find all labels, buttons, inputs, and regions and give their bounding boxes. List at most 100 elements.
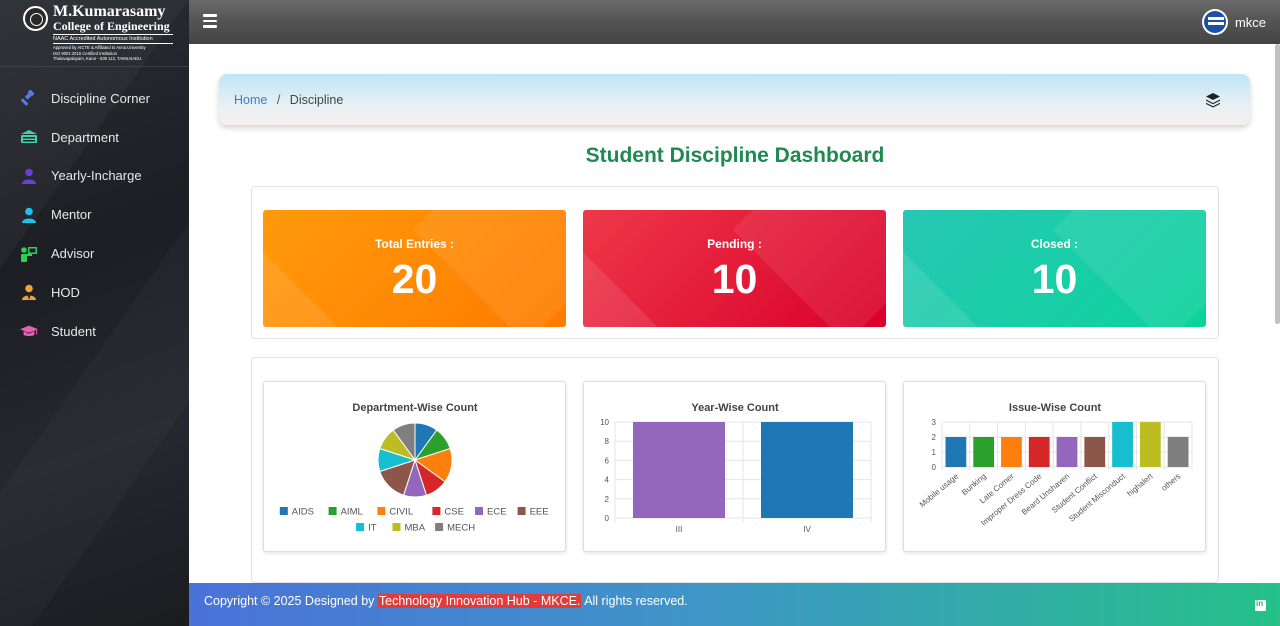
sidebar-item-hod[interactable]: HOD (0, 273, 189, 312)
gavel-icon (20, 89, 38, 107)
closed-label: Closed : (1030, 237, 1079, 251)
pending-value: 10 (711, 256, 758, 302)
footer: Copyright © 2025 Designed by Technology … (189, 583, 1280, 626)
legend-label: CSE (444, 507, 464, 518)
bar (1167, 437, 1189, 467)
legend-swatch (356, 523, 365, 531)
user-avatar (1201, 9, 1228, 35)
legend-swatch (328, 507, 337, 515)
legend-label: ECE (487, 507, 507, 518)
legend-swatch (377, 507, 386, 515)
sidebar-item-mentor[interactable]: Mentor (0, 195, 189, 234)
menu-toggle-icon[interactable] (203, 14, 217, 28)
legend-swatch (392, 523, 401, 531)
y-tick-label: 0 (605, 514, 610, 523)
y-tick-label: 6 (605, 456, 610, 465)
bar (1001, 437, 1022, 467)
breadcrumb: Home / Discipline (219, 74, 1250, 125)
breadcrumb-home-link[interactable]: Home (234, 93, 267, 107)
legend-label: MBA (405, 523, 426, 534)
college-seal-icon (23, 6, 48, 31)
closed-card[interactable]: Closed : 10 (903, 210, 1206, 327)
sidebar-item-label: Department (51, 129, 119, 145)
linkedin-icon[interactable] (1255, 599, 1266, 611)
bar (1028, 437, 1050, 467)
year-chart-card: Year-Wise Count 0 2 4 6 8 10 III IV (583, 381, 886, 552)
college-logo[interactable]: M.Kumarasamy College of Engineering NAAC… (0, 0, 189, 67)
chart-title: Issue-Wise Count (1009, 402, 1102, 414)
total-entries-card[interactable]: Total Entries : 20 (263, 210, 566, 327)
y-tick-label: 0 (932, 463, 937, 472)
sidebar-item-advisor[interactable]: Advisor (0, 234, 189, 273)
issue-chart-card: Issue-Wise Count 0 1 2 3 Mobile usage Bunking L… (903, 381, 1206, 552)
chart-title: Department-Wise Count (352, 402, 478, 414)
y-tick-label: 2 (605, 495, 610, 504)
legend-swatch (279, 507, 288, 515)
total-entries-label: Total Entries : (374, 237, 455, 251)
charts-panel: Department-Wise Count AIDS AIML CIVIL CSE ECE… (251, 357, 1219, 583)
y-tick-label: 3 (932, 418, 937, 427)
building-icon (20, 128, 38, 146)
legend-label: AIML (341, 507, 363, 518)
page-scrollbar[interactable] (1275, 44, 1280, 324)
stats-panel: Total Entries : 20 Pending : 10 Closed :… (251, 186, 1219, 339)
legend-label: EEE (530, 507, 549, 518)
chart-title: Year-Wise Count (691, 402, 779, 414)
user-name: mkce (1234, 14, 1266, 30)
y-tick-label: 2 (932, 433, 937, 442)
sidebar: M.Kumarasamy College of Engineering NAAC… (0, 0, 189, 626)
layers-icon[interactable] (1205, 92, 1221, 108)
y-tick-label: 4 (605, 476, 610, 485)
main-content: Home / Discipline Student Discipline Das… (189, 44, 1275, 583)
sidebar-item-label: Student (51, 323, 96, 339)
legend-swatch (475, 507, 483, 515)
user-icon (20, 206, 38, 224)
bar (1056, 437, 1078, 467)
sidebar-item-label: Advisor (51, 246, 95, 262)
legend-swatch (432, 507, 441, 515)
sidebar-item-label: Mentor (51, 207, 92, 223)
legend-label: IT (368, 523, 377, 534)
x-tick-label: others (1160, 472, 1183, 493)
x-tick-label: Beard Unshaven (1020, 472, 1071, 517)
bar (1112, 422, 1133, 467)
user-tie-icon (20, 283, 38, 301)
footer-rights: All rights reserved. (581, 594, 688, 608)
y-tick-label: 1 (932, 448, 937, 457)
user-icon (20, 167, 38, 185)
breadcrumb-separator: / (276, 93, 281, 107)
logo-address: Thalavapalayam, Karur - 639 113, TAMILNA… (53, 56, 143, 61)
sidebar-item-student[interactable]: Student (0, 312, 189, 351)
sidebar-item-discipline-corner[interactable]: Discipline Corner (0, 79, 189, 118)
legend-label: MECH (447, 523, 475, 534)
department-chart-card: Department-Wise Count AIDS AIML CIVIL CSE ECE… (263, 381, 566, 552)
footer-link[interactable]: Technology Innovation Hub - MKCE. (377, 594, 582, 608)
top-navbar: mkce (189, 0, 1280, 44)
sidebar-item-department[interactable]: Department (0, 118, 189, 157)
user-menu[interactable]: mkce (1201, 9, 1266, 35)
footer-copyright: Copyright © 2025 Designed by (204, 594, 378, 608)
y-tick-label: 10 (600, 418, 609, 427)
graduation-cap-icon (20, 322, 38, 340)
page-title: Student Discipline Dashboard (585, 144, 885, 167)
closed-value: 10 (1031, 256, 1078, 302)
pending-card[interactable]: Pending : 10 (583, 210, 886, 327)
legend-label: CIVIL (389, 507, 413, 518)
x-tick-label: III (676, 525, 683, 534)
legend-label: AIDS (292, 507, 314, 518)
bar (973, 437, 995, 467)
x-tick-label: highalert (1125, 471, 1155, 498)
logo-college: College of Engineering (53, 19, 170, 33)
bar (945, 437, 967, 467)
bar (1084, 437, 1106, 467)
sidebar-item-label: HOD (51, 284, 80, 300)
x-tick-label: Mobile usage (918, 471, 961, 509)
legend-swatch (435, 523, 444, 531)
sidebar-item-yearly-incharge[interactable]: Yearly-Incharge (0, 157, 189, 196)
x-tick-label: IV (803, 525, 811, 534)
logo-name: M.Kumarasamy (53, 3, 166, 20)
sidebar-item-label: Discipline Corner (51, 90, 150, 106)
pending-label: Pending : (707, 237, 762, 251)
logo-naac: NAAC Accredited Autonomous Institution (53, 34, 173, 44)
bar-iv (761, 422, 853, 518)
